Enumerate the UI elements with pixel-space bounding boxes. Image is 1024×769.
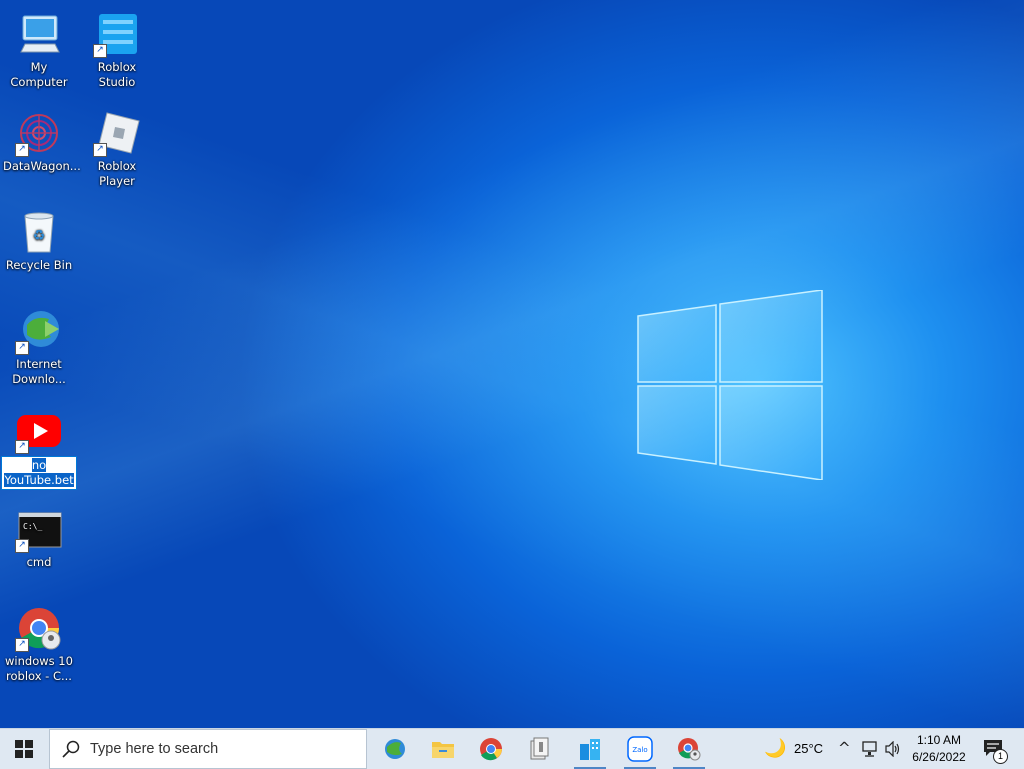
shortcut-arrow-icon: ↗ <box>15 638 29 652</box>
internet-download-manager-icon <box>385 739 405 759</box>
archive-icon <box>530 737 549 760</box>
chrome-icon: ↗ <box>15 604 63 652</box>
desktop-icon-roblox-studio[interactable]: ↗ Roblox Studio <box>79 4 155 90</box>
search-icon <box>62 740 80 758</box>
shortcut-arrow-icon: ↗ <box>15 143 29 157</box>
search-placeholder: Type here to search <box>90 741 219 757</box>
datawagon-icon: ↗ <box>15 109 63 157</box>
shortcut-arrow-icon: ↗ <box>93 143 107 157</box>
clock-date: 6/26/2022 <box>912 750 966 764</box>
volume-icon[interactable] <box>885 741 901 757</box>
svg-text:C:\_: C:\_ <box>23 522 42 531</box>
svg-text:♻: ♻ <box>33 228 46 244</box>
desktop-icon-my-computer[interactable]: My Computer <box>1 4 77 90</box>
roblox-player-icon: ↗ <box>93 109 141 157</box>
windows-wallpaper-logo <box>637 290 823 480</box>
shortcut-arrow-icon: ↗ <box>15 440 29 454</box>
chrome-icon <box>480 738 502 761</box>
desktop-icon-chrome-profile[interactable]: ↗ windows 10 roblox - C... <box>1 598 77 684</box>
start-button[interactable] <box>0 729 48 769</box>
svg-text:Zalo: Zalo <box>632 746 647 754</box>
zalo-icon: Zalo <box>627 736 653 762</box>
youtube-label-line1: no <box>31 458 47 472</box>
computer-icon <box>15 10 63 58</box>
youtube-icon: ↗ <box>15 406 63 454</box>
desktop-icon-recycle-bin[interactable]: ♻ Recycle Bin <box>1 202 77 273</box>
weather-temperature: 25°C <box>794 741 824 756</box>
chrome-profile-icon <box>678 738 701 761</box>
taskbar: Type here to search Zalo 🌙 25°C ^ 1:10 A… <box>0 728 1024 769</box>
desktop-icon-youtube-bet[interactable]: ↗ no YouTube.bet <box>1 400 77 490</box>
weather-widget[interactable]: 🌙 25°C <box>760 729 830 769</box>
folder-icon <box>432 742 454 758</box>
internet-download-manager-icon: ↗ <box>15 307 63 355</box>
roblox-studio-icon: ↗ <box>93 10 141 58</box>
recycle-bin-icon: ♻ <box>15 208 63 256</box>
notification-count-badge: 1 <box>993 749 1008 764</box>
shortcut-arrow-icon: ↗ <box>93 44 107 58</box>
desktop-icon-roblox-player[interactable]: ↗ Roblox Player <box>79 103 155 189</box>
taskbar-app-chrome-profile[interactable] <box>665 729 713 769</box>
taskbar-app-file-explorer[interactable] <box>419 729 467 769</box>
taskbar-app-chrome[interactable] <box>467 729 515 769</box>
shortcut-arrow-icon: ↗ <box>15 341 29 355</box>
windows-start-icon <box>15 740 33 758</box>
notification-center-button[interactable]: 1 <box>980 729 1020 769</box>
clock-time: 1:10 AM <box>916 733 962 747</box>
taskbar-app-buildings[interactable] <box>566 729 614 769</box>
desktop-icon-cmd[interactable]: C:\_ ↗ cmd <box>1 499 77 570</box>
taskbar-search-box[interactable]: Type here to search <box>49 729 367 769</box>
desktop-icon-internet-download-manager[interactable]: ↗ Internet Downlo... <box>1 301 77 387</box>
moon-icon: 🌙 <box>764 738 787 759</box>
taskbar-app-internet-download-manager[interactable] <box>371 729 419 769</box>
taskbar-clock[interactable]: 1:10 AM 6/26/2022 <box>905 732 973 766</box>
desktop-icon-datawagon[interactable]: ↗ DataWagon... <box>1 103 81 174</box>
youtube-label-line2: YouTube.bet <box>4 473 74 487</box>
shortcut-arrow-icon: ↗ <box>15 539 29 553</box>
taskbar-app-archive[interactable] <box>515 729 563 769</box>
buildings-icon <box>580 739 600 760</box>
taskbar-app-zalo[interactable]: Zalo <box>616 729 664 769</box>
chevron-up-icon[interactable]: ^ <box>838 739 851 757</box>
network-icon[interactable] <box>862 741 880 757</box>
command-prompt-icon: C:\_ ↗ <box>15 505 63 553</box>
